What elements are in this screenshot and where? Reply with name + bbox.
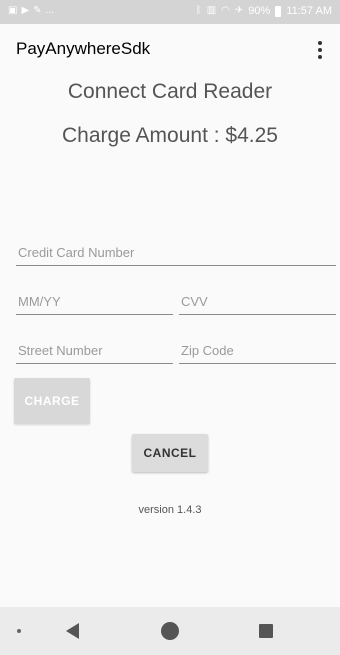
more-notifications-text: ... xyxy=(45,5,54,16)
zip-code-input[interactable] xyxy=(179,332,336,363)
no-sim-icon: ▥ xyxy=(206,5,217,16)
airplane-icon: ✈ xyxy=(234,5,244,16)
charge-button[interactable]: CHARGE xyxy=(14,378,90,424)
cvv-input[interactable] xyxy=(179,283,336,314)
battery-icon xyxy=(275,5,282,17)
charge-amount-heading: Charge Amount : $4.25 xyxy=(62,124,278,147)
zip-code-field xyxy=(179,332,336,364)
navigation-bar xyxy=(0,607,340,655)
bluetooth-icon: ᛒ xyxy=(195,5,202,16)
notification-image-icon: ▣ xyxy=(8,5,18,16)
connect-card-reader-heading: Connect Card Reader xyxy=(67,80,273,103)
menu-dot xyxy=(318,55,322,59)
play-store-icon: ▶ xyxy=(21,5,30,16)
card-number-input[interactable] xyxy=(16,234,336,265)
cvv-field xyxy=(179,283,336,315)
status-time: 11:57 AM xyxy=(286,5,332,17)
status-right-icons: ᛒ ▥ ◠ ✈ 90% 11:57 AM xyxy=(196,5,332,17)
recent-apps-icon[interactable] xyxy=(259,624,273,638)
menu-dot xyxy=(318,41,322,45)
nav-dot-icon xyxy=(17,629,21,633)
street-number-input[interactable] xyxy=(16,332,173,363)
app-title: PayAnywhereSdk xyxy=(16,39,151,58)
street-number-field xyxy=(16,332,173,364)
cancel-button[interactable]: CANCEL xyxy=(132,434,208,472)
wrench-icon: ✎ xyxy=(33,5,42,16)
expiry-field xyxy=(16,283,173,315)
app-bar: PayAnywhereSdk xyxy=(0,24,340,76)
home-icon[interactable] xyxy=(161,622,179,640)
back-icon[interactable] xyxy=(66,623,79,639)
version-label: version 1.4.3 xyxy=(138,504,202,516)
card-number-field xyxy=(16,234,336,266)
battery-percent: 90% xyxy=(248,5,271,17)
menu-dot xyxy=(318,48,322,52)
wifi-icon: ◠ xyxy=(221,5,230,16)
status-left-icons: ▣ ▶ ✎ ... xyxy=(8,5,54,17)
expiry-input[interactable] xyxy=(16,283,173,314)
overflow-menu-icon[interactable] xyxy=(308,36,332,64)
status-bar: ▣ ▶ ✎ ... ᛒ ▥ ◠ ✈ 90% 11:57 AM xyxy=(0,0,340,24)
